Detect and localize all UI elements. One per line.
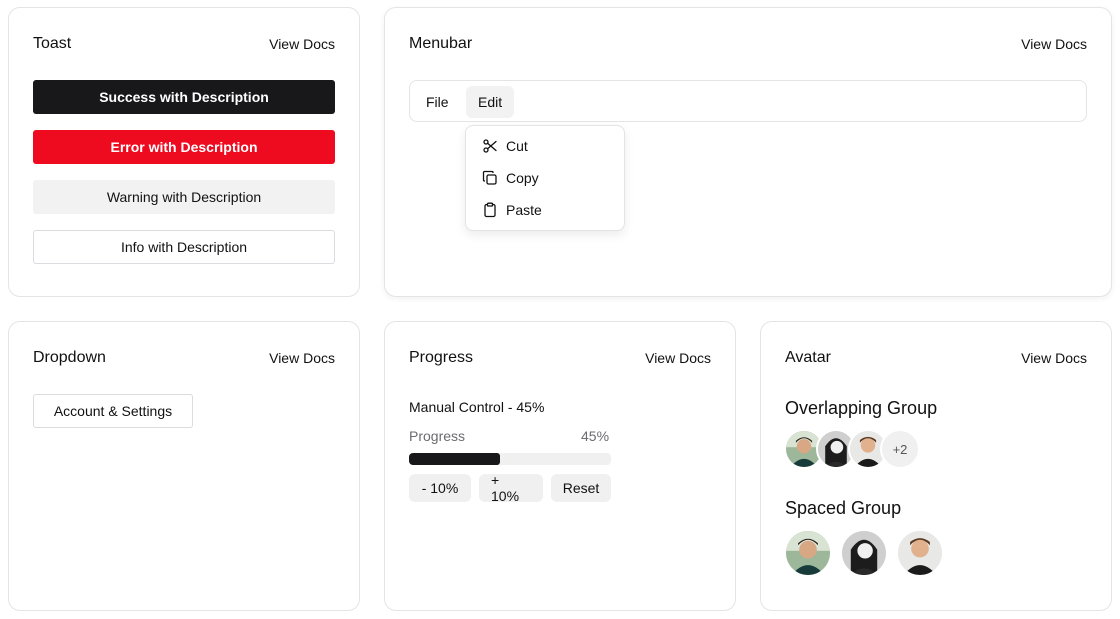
error-toast-button[interactable]: Error with Description	[33, 130, 335, 164]
overlapping-group-title: Overlapping Group	[785, 398, 938, 418]
menubar: File Edit	[409, 80, 1087, 122]
avatar	[840, 529, 888, 577]
scissors-icon	[482, 138, 498, 154]
dropdown-title: Dropdown	[33, 349, 106, 366]
menu-item-label: Paste	[506, 202, 542, 218]
toast-card: Toast View Docs Success with Description…	[8, 7, 360, 297]
progress-bar-fill	[409, 453, 500, 465]
edit-menu-popup: Cut Copy Paste	[465, 125, 625, 231]
menu-item-label: Cut	[506, 138, 528, 154]
success-toast-button[interactable]: Success with Description	[33, 80, 335, 114]
progress-view-docs-link[interactable]: View Docs	[645, 350, 711, 366]
menubar-title: Menubar	[409, 35, 473, 52]
avatar-overflow-count: +2	[880, 429, 920, 469]
menubar-card: Menubar View Docs File Edit Cut Copy Pas…	[384, 7, 1112, 297]
avatar-card: Avatar View Docs Overlapping Group +2 Sp…	[760, 321, 1112, 611]
clipboard-icon	[482, 202, 498, 218]
warning-toast-button[interactable]: Warning with Description	[33, 180, 335, 214]
avatar-title: Avatar	[785, 349, 831, 366]
menu-file[interactable]: File	[414, 86, 461, 118]
avatar-view-docs-link[interactable]: View Docs	[1021, 350, 1087, 366]
menu-item-copy[interactable]: Copy	[466, 164, 624, 192]
progress-card: Progress View Docs Manual Control - 45% …	[384, 321, 736, 611]
progress-value: 45%	[581, 428, 610, 444]
menubar-view-docs-link[interactable]: View Docs	[1021, 36, 1087, 52]
dropdown-view-docs-link[interactable]: View Docs	[269, 350, 335, 366]
progress-title: Progress	[409, 349, 474, 366]
progress-heading: Manual Control - 45%	[409, 399, 545, 415]
copy-icon	[482, 170, 498, 186]
dropdown-card: Dropdown View Docs Account & Settings	[8, 321, 360, 611]
account-settings-dropdown-button[interactable]: Account & Settings	[33, 394, 193, 428]
reset-progress-button[interactable]: Reset	[551, 474, 611, 502]
info-toast-button[interactable]: Info with Description	[33, 230, 335, 264]
spaced-group-title: Spaced Group	[785, 498, 902, 518]
progress-bar	[409, 453, 611, 465]
toast-title: Toast	[33, 35, 72, 52]
toast-view-docs-link[interactable]: View Docs	[269, 36, 335, 52]
decrease-progress-button[interactable]: - 10%	[409, 474, 471, 502]
avatar	[896, 529, 944, 577]
menu-edit[interactable]: Edit	[466, 86, 515, 118]
menu-item-cut[interactable]: Cut	[466, 132, 624, 160]
menu-item-label: Copy	[506, 170, 539, 186]
avatar	[784, 529, 832, 577]
increase-progress-button[interactable]: + 10%	[479, 472, 543, 504]
progress-label: Progress	[409, 428, 466, 444]
menu-item-paste[interactable]: Paste	[466, 196, 624, 224]
